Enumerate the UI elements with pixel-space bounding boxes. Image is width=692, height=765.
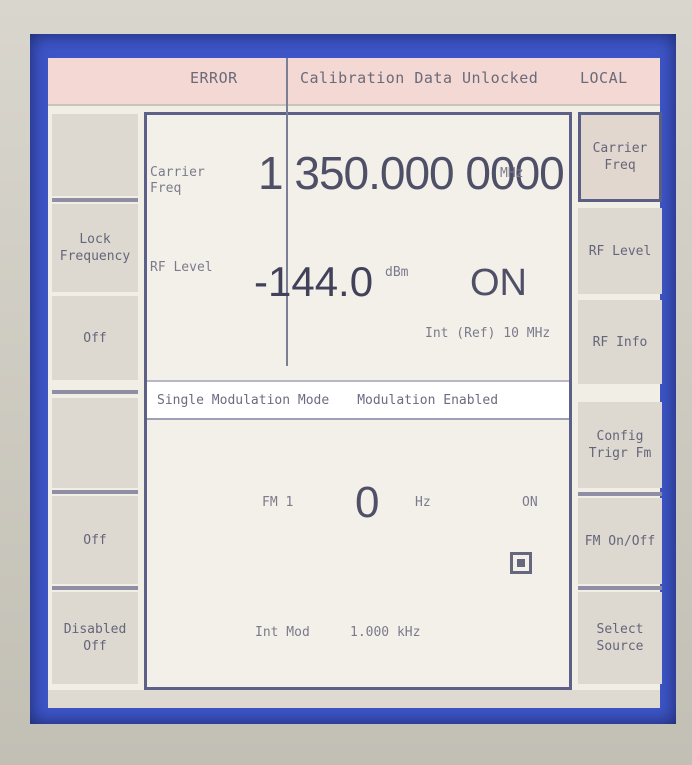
softkey-separator [52,586,138,590]
softkey-left-5[interactable]: Off [52,496,138,584]
rf-level-value[interactable]: -144.0 [254,258,373,306]
softkey-left-1[interactable] [52,114,138,196]
header-left-code: ERROR [190,69,238,87]
softkey-left-3[interactable]: Off [52,296,138,380]
edit-cursor-line [286,58,288,366]
softkey-left-4[interactable] [52,398,138,488]
header-message: Calibration Data Unlocked [300,69,539,87]
softkey-config[interactable]: Config Trigr Fm [578,402,662,488]
modulation-mode-strip: Single Modulation Mode Modulation Enable… [147,380,569,420]
modulation-mode-text: Single Modulation Mode [157,392,330,408]
modulation-status-text: Modulation Enabled [357,392,499,408]
carrier-freq-label: Carrier Freq [150,165,205,196]
softkey-carrier-freq[interactable]: Carrier Freq [578,112,662,202]
softkey-rf-level[interactable]: RF Level [578,208,662,294]
softkey-separator [578,492,662,496]
fm-enable-checkbox[interactable] [510,552,532,574]
rf-level-unit: dBm [385,265,409,280]
screen-bottom-strip [48,690,660,708]
softkey-separator [52,198,138,202]
softkey-separator [52,390,138,394]
rf-level-label: RF Level [150,260,213,275]
softkey-separator [52,490,138,494]
carrier-freq-unit: MHz [500,166,524,181]
fm-source-rate: 1.000 kHz [350,625,421,640]
rf-state: ON [470,262,527,304]
softkey-left-2[interactable]: Lock Frequency [52,204,138,292]
fm-deviation-value[interactable]: 0 [355,478,379,528]
softkey-left-6[interactable]: Disabled Off [52,592,138,684]
header-right-code: LOCAL [580,69,628,87]
fm-label: FM 1 [262,495,294,510]
fm-unit: Hz [415,495,431,510]
fm-source-type: Int Mod [255,625,310,640]
softkey-rf-info[interactable]: RF Info [578,300,662,384]
softkey-separator [578,586,662,590]
fm-state-label: ON [522,495,538,510]
softkey-fm-onoff[interactable]: FM On/Off [578,498,662,584]
softkey-select-source[interactable]: Select Source [578,592,662,684]
reference-note: Int (Ref) 10 MHz [425,326,551,341]
